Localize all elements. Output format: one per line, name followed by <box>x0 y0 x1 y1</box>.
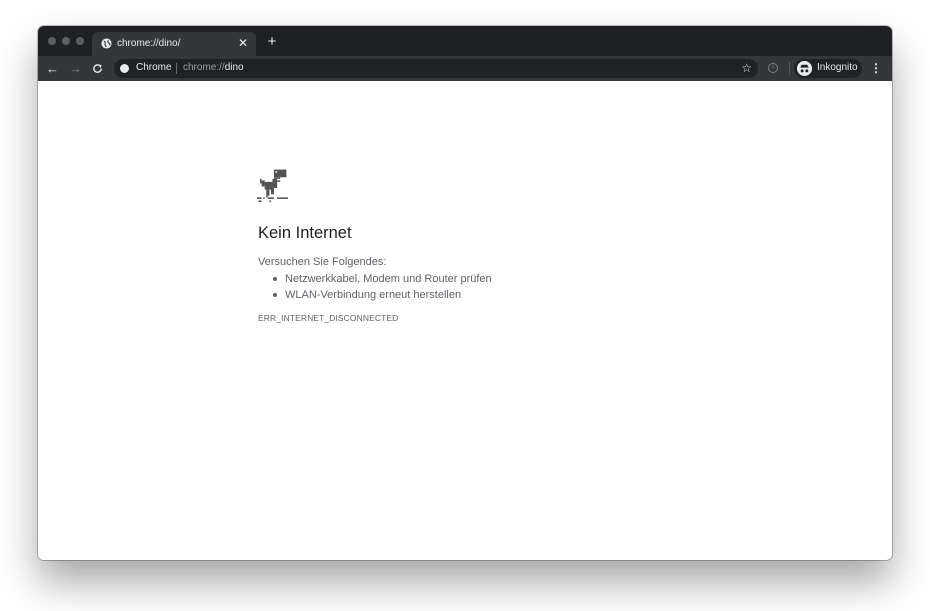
site-chip: Chrome <box>136 62 172 73</box>
chrome-icon <box>120 64 129 73</box>
toolbar: ← → Chrome chrome://dino ☆ i Inkognito ⋮ <box>38 56 892 81</box>
more-vert-icon[interactable]: ⋮ <box>870 60 882 77</box>
plus-icon[interactable]: + <box>264 34 280 50</box>
star-icon[interactable]: ☆ <box>741 61 752 76</box>
back-arrow-icon[interactable]: ← <box>44 60 61 77</box>
close-icon[interactable]: ✕ <box>236 36 250 50</box>
incognito-icon <box>797 61 812 76</box>
list-item: Netzwerkkabel, Modem und Router prüfen <box>258 271 492 287</box>
profile-button[interactable]: Inkognito <box>794 59 862 78</box>
suggestion-text: WLAN-Verbindung erneut herstellen <box>285 289 462 301</box>
divider <box>789 62 790 75</box>
tab-title: chrome://dino/ <box>117 38 181 49</box>
suggestion-text: Netzwerkkabel, Modem und Router prüfen <box>285 273 492 285</box>
address-bar[interactable]: Chrome chrome://dino ☆ <box>114 59 758 78</box>
forward-arrow-icon[interactable]: → <box>67 60 84 77</box>
error-code: ERR_INTERNET_DISCONNECTED <box>258 313 399 323</box>
info-icon[interactable]: i <box>768 63 778 73</box>
url-scheme: chrome:// <box>183 62 225 73</box>
tab-strip: chrome://dino/ ✕ + <box>38 26 892 56</box>
page-title: Kein Internet <box>258 224 352 242</box>
maximize-window-button[interactable] <box>76 37 84 45</box>
list-item: WLAN-Verbindung erneut herstellen <box>258 287 492 303</box>
suggestions-title: Versuchen Sie Folgendes: <box>258 256 387 268</box>
divider <box>176 63 177 74</box>
profile-label: Inkognito <box>817 62 858 73</box>
suggestions-list: Netzwerkkabel, Modem und Router prüfen W… <box>258 271 492 303</box>
dino-icon[interactable] <box>257 168 291 202</box>
close-window-button[interactable] <box>48 37 56 45</box>
browser-window: chrome://dino/ ✕ + ← → Chrome chrome://d… <box>38 26 892 560</box>
bullet <box>273 277 277 281</box>
url-host: dino <box>224 62 244 73</box>
globe-icon <box>101 38 112 49</box>
bullet <box>273 293 277 297</box>
page-content: Kein Internet Versuchen Sie Folgendes: N… <box>38 81 892 560</box>
minimize-window-button[interactable] <box>62 37 70 45</box>
reload-icon[interactable] <box>89 60 106 77</box>
tab-dino[interactable]: chrome://dino/ ✕ <box>92 32 256 56</box>
url-text[interactable]: chrome://dino <box>183 62 244 73</box>
